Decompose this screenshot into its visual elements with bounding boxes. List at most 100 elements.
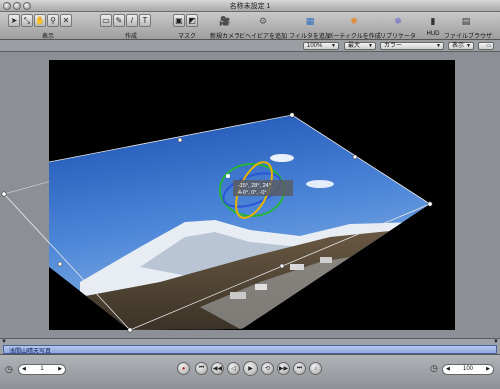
next-frame-button[interactable]: ▶▶ — [277, 362, 290, 375]
play-reverse-icon: ◁ — [231, 366, 236, 372]
increment-icon[interactable]: ▶ — [58, 365, 62, 374]
layout-icon: ▭ — [486, 43, 491, 49]
hand-icon: ✋ — [35, 16, 45, 25]
zoom-tool-button[interactable]: ⚲ — [47, 14, 59, 27]
step-back-icon: ◀◀ — [212, 366, 223, 372]
decrement-icon[interactable]: ◀ — [22, 365, 26, 374]
transform-handle[interactable] — [352, 154, 358, 160]
rotation-readout-line1: -15°, 28°, 24° — [238, 183, 271, 189]
timecode-icon: ◷ — [430, 363, 438, 373]
zoom-select-value: 100% — [307, 43, 323, 49]
canvas-options-bar: 100% ▼ 最大 ▼ カラー ▼ 表示 ▼ ▭ — [0, 40, 500, 52]
go-to-start-button[interactable]: ⏮ — [195, 362, 208, 375]
title-bar: 名称未設定 1 — [0, 0, 500, 12]
transformed-image-layer[interactable]: -15°, 28°, 24° 4-0°, 0°, -0° — [0, 52, 500, 338]
loop-icon: ⟲ — [264, 366, 271, 372]
loop-button[interactable]: ⟲ — [261, 362, 274, 375]
particles-icon[interactable]: ✺ — [347, 14, 361, 28]
text-tool-button[interactable]: T — [139, 14, 151, 27]
arrow-icon: ➤ — [10, 16, 18, 25]
transform-handle[interactable] — [427, 201, 433, 207]
record-button[interactable]: ● — [177, 362, 190, 375]
play-button[interactable]: ▶ — [243, 361, 258, 376]
audio-button[interactable]: ♪ — [309, 362, 322, 375]
zoom-value: 100 — [462, 366, 473, 372]
transform-handle[interactable] — [289, 112, 295, 118]
file-browser-icon[interactable]: ▤ — [459, 14, 473, 28]
increment-icon[interactable]: ▶ — [486, 365, 490, 374]
clock-icon: ◷ — [5, 364, 13, 374]
mask-tool-group: ▣ ◩ — [173, 14, 198, 28]
hud-icon[interactable]: ▮ — [426, 14, 440, 28]
cross-icon: ✕ — [62, 16, 70, 25]
file-browser-label[interactable]: ファイルブラウザ — [444, 31, 492, 40]
resolution-select[interactable]: 最大 ▼ — [344, 42, 376, 50]
paint-tool-button[interactable]: / — [126, 14, 138, 27]
bezier-tool-button[interactable]: ✎ — [113, 14, 125, 27]
zoom-select[interactable]: 100% ▼ — [303, 42, 339, 50]
transport-bar: ◷ ◀ 1 ▶ ● ⏮ ◀◀ ◁ ▶ ⟲ ▶▶ ⏭ ♪ ◷ ◀ 100 ▶ — [0, 354, 500, 389]
transform-handle[interactable] — [177, 137, 183, 143]
window-title: 名称未設定 1 — [229, 3, 271, 10]
chevron-down-icon: ▼ — [436, 43, 441, 49]
chevron-down-icon: ▼ — [466, 43, 471, 49]
transform-handle[interactable] — [127, 327, 133, 333]
filter-icon[interactable]: ▦ — [303, 14, 317, 28]
previous-frame-button[interactable]: ◀◀ — [211, 362, 224, 375]
transform-handle[interactable] — [57, 261, 63, 267]
gear-icon[interactable]: ⚙ — [256, 14, 270, 28]
pan-tool-button[interactable]: ✋ — [34, 14, 46, 27]
rotation-readout-line2: 4-0°, 0°, -0° — [238, 190, 267, 196]
view-options-select[interactable]: 表示 ▼ — [448, 42, 474, 50]
rectangle-icon: ▭ — [102, 16, 110, 25]
mask-bezier-icon: ◩ — [188, 16, 196, 25]
transform-tool-button[interactable]: ⤡ — [21, 14, 33, 27]
transform-handle[interactable] — [1, 191, 7, 197]
mask-bezier-button[interactable]: ◩ — [186, 14, 198, 27]
play-reverse-button[interactable]: ◁ — [227, 362, 240, 375]
chevron-down-icon: ▼ — [331, 43, 336, 49]
replicator-label[interactable]: リプリケータ — [380, 31, 416, 40]
record-icon: ● — [181, 365, 186, 372]
chevron-down-icon: ▼ — [368, 43, 373, 49]
zoom-value-field[interactable]: ◀ 100 ▶ — [442, 364, 494, 375]
bezier-icon: ✎ — [115, 16, 123, 25]
transform-handle[interactable] — [279, 263, 285, 269]
create-group-label: 作成 — [124, 34, 138, 40]
view-tool-group: ➤ ⤡ ✋ ⚲ ✕ — [8, 14, 72, 28]
add-behavior-label[interactable]: ビヘイビアを追加 — [239, 31, 287, 40]
speaker-icon: ♪ — [314, 365, 317, 372]
make-particles-label[interactable]: パーティクルを作成 — [327, 31, 380, 40]
mask-rect-button[interactable]: ▣ — [173, 14, 185, 27]
toolbar: ➤ ⤡ ✋ ⚲ ✕ 表示 ▭ ✎ / T 作成 ▣ ◩ マスク 🎥 新規カメラ … — [0, 12, 500, 40]
create-tool-group: ▭ ✎ / T — [100, 14, 151, 28]
hud-label[interactable]: HUD — [427, 31, 440, 37]
new-camera-label[interactable]: 新規カメラ — [210, 31, 240, 40]
magnifier-icon: ⚲ — [50, 16, 56, 25]
replicator-icon[interactable]: ❄ — [391, 14, 405, 28]
step-forward-icon: ▶▶ — [278, 366, 289, 372]
color-mode-value: カラー — [384, 43, 403, 49]
view-options-value: 表示 — [452, 43, 465, 49]
skip-back-icon: ⏮ — [198, 365, 205, 371]
rectangle-tool-button[interactable]: ▭ — [100, 14, 112, 27]
current-frame-field[interactable]: ◀ 1 ▶ — [18, 364, 66, 375]
photo-content — [49, 115, 430, 330]
decrement-icon[interactable]: ◀ — [446, 365, 450, 374]
app-window: 名称未設定 1 ➤ ⤡ ✋ ⚲ ✕ 表示 ▭ ✎ / T 作成 ▣ ◩ マスク … — [0, 0, 500, 389]
color-mode-select[interactable]: カラー ▼ — [380, 42, 444, 50]
camera-icon[interactable]: 🎥 — [218, 14, 232, 28]
3d-tool-button[interactable]: ✕ — [60, 14, 72, 27]
brush-icon: / — [130, 16, 134, 25]
go-to-end-button[interactable]: ⏭ — [293, 362, 306, 375]
mask-rect-icon: ▣ — [175, 16, 183, 25]
text-icon: T — [142, 16, 148, 25]
timeline-track-bar[interactable]: 浅間山晴天写真 — [3, 345, 497, 355]
select-tool-button[interactable]: ➤ — [8, 14, 20, 27]
play-icon: ▶ — [248, 366, 253, 372]
layout-select[interactable]: ▭ — [478, 42, 494, 50]
add-filter-label[interactable]: フィルタを追加 — [289, 31, 331, 40]
mask-group-label: マスク — [177, 34, 197, 40]
current-frame-value: 1 — [40, 366, 44, 372]
canvas-area: -15°, 28°, 24° 4-0°, 0°, -0° — [0, 52, 500, 338]
